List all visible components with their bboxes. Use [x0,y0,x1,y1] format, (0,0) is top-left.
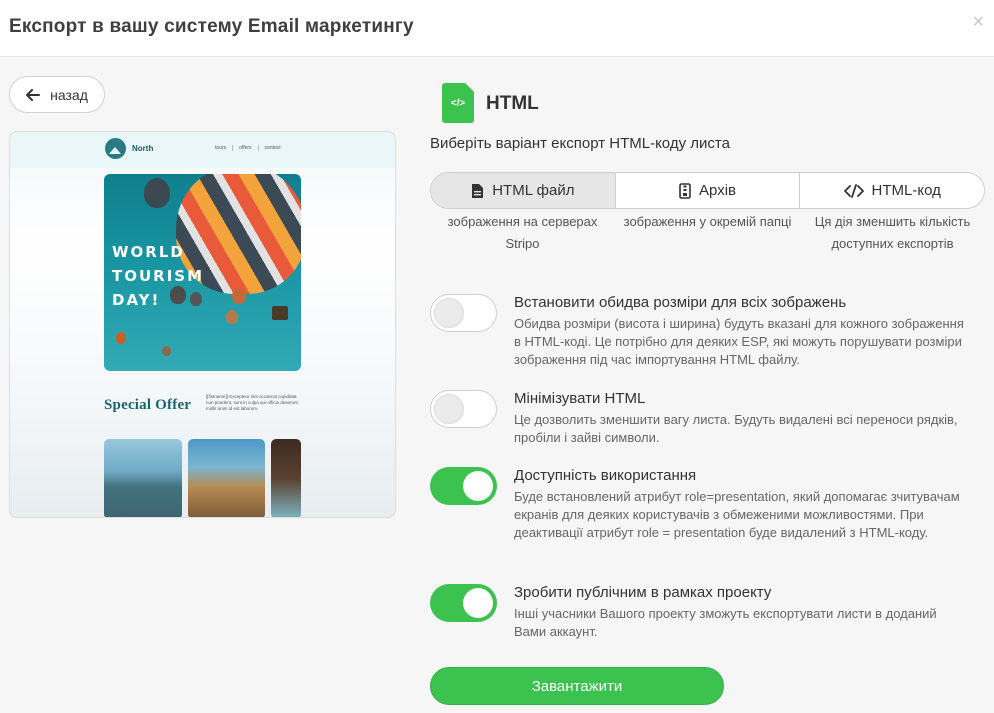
code-icon [843,183,864,198]
preview-nav: tours offers contact [215,145,281,151]
toggle-knob [434,394,464,424]
preview-copy: [[fistname]] Excepteur sint occaecat cup… [206,394,298,411]
dialog-title: Експорт в вашу систему Email маркетингу [9,16,414,37]
segment-html-file[interactable]: HTML файл [431,173,616,208]
option-description: Це дозволить зменшити вагу листа. Будуть… [514,412,958,445]
html-file-icon: </> [442,83,474,123]
back-label: назад [50,86,88,103]
toggle-knob [434,298,464,328]
preview-nav-item: tours [215,145,227,151]
export-type-segmented: HTML файл Архів HTML-код [430,172,985,209]
segment-note: зображення на серверах Stripo [447,214,598,251]
preview-hero-text: WORLD TOURISM DAY! [112,243,205,309]
arrow-left-icon [26,88,41,101]
segment-label: HTML файл [492,182,575,199]
minify-html-toggle[interactable] [430,390,497,428]
preview-brand: North [132,144,154,153]
mountain-logo-icon [105,138,126,159]
accessibility-toggle[interactable] [430,467,497,505]
preview-nav-item: offers [232,145,252,151]
option-title: Доступність використання [514,467,697,484]
option-description: Обидва розміри (висота і ширина) будуть … [514,316,964,367]
back-button[interactable]: назад [9,76,105,113]
image-sizes-toggle[interactable] [430,294,497,332]
email-preview: North tours offers contact WORLD TOURISM… [9,131,396,518]
preview-image [104,439,182,517]
preview-image [271,439,301,517]
archive-icon [679,182,691,199]
format-title: HTML [486,93,539,114]
preview-image [188,439,265,517]
file-icon [472,183,484,198]
segment-label: Архів [699,182,736,199]
preview-nav-item: contact [257,145,281,151]
segment-note: зображення у окремій папці [623,214,792,229]
download-button[interactable]: Завантажити [430,667,724,705]
preview-special-offer: Special Offer [104,397,192,413]
option-description: Інші учасники Вашого проекту зможуть екс… [514,606,937,639]
toggle-knob [463,471,493,501]
preview-hero-image: WORLD TOURISM DAY! [104,174,301,371]
make-public-toggle[interactable] [430,584,497,622]
option-title: Мінімізувати HTML [514,390,646,407]
segment-html-code[interactable]: HTML-код [800,173,984,208]
segment-label: HTML-код [871,182,941,199]
segment-archive[interactable]: Архів [616,173,801,208]
dialog-header: Експорт в вашу систему Email маркетингу … [0,0,994,57]
choose-export-label: Виберіть варіант експорт HTML-коду листа [430,135,730,152]
segment-note: Ця дія зменшить кількість доступних експ… [814,214,971,251]
preview-header: North tours offers contact [10,132,395,168]
toggle-knob [463,588,493,618]
option-title: Зробити публічним в рамках проекту [514,584,772,601]
option-description: Буде встановлений атрибут role=presentat… [514,489,960,540]
close-icon[interactable]: × [972,12,984,32]
option-title: Встановити обидва розміри для всіх зобра… [514,294,847,311]
